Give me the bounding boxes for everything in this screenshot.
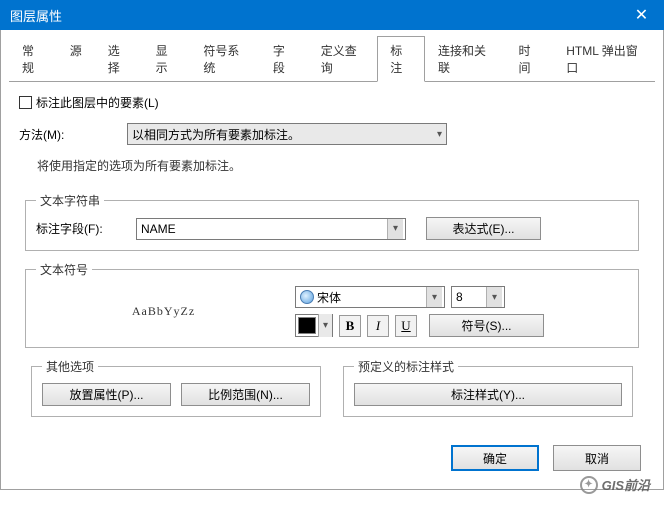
font-size-value: 8 <box>456 290 463 304</box>
tab-content: 标注此图层中的要素(L) 方法(M): 以相同方式为所有要素加标注。 ▾ 将使用… <box>9 82 655 437</box>
method-value: 以相同方式为所有要素加标注。 <box>132 126 300 143</box>
text-string-legend: 文本字符串 <box>36 192 104 209</box>
underline-button[interactable]: U <box>395 315 417 337</box>
predefined-styles-legend: 预定义的标注样式 <box>354 358 458 375</box>
placement-button[interactable]: 放置属性(P)... <box>42 383 171 406</box>
dialog-body: 常规 源 选择 显示 符号系统 字段 定义查询 标注 连接和关联 时间 HTML… <box>0 30 664 490</box>
dialog-buttons: 确定 取消 <box>9 437 655 481</box>
font-size-select[interactable]: 8 ▾ <box>451 286 505 308</box>
chevron-down-icon: ▾ <box>426 287 442 307</box>
font-family-value: 宋体 <box>317 289 341 306</box>
chevron-down-icon: ▾ <box>486 287 502 307</box>
expression-button[interactable]: 表达式(E)... <box>426 217 541 240</box>
sample-text: AaBbYyZz <box>36 304 291 319</box>
tab-source[interactable]: 源 <box>57 36 95 81</box>
predefined-styles-group: 预定义的标注样式 标注样式(Y)... <box>343 358 633 417</box>
tab-symbology[interactable]: 符号系统 <box>190 36 260 81</box>
italic-button[interactable]: I <box>367 315 389 337</box>
tab-html-popup[interactable]: HTML 弹出窗口 <box>553 36 655 81</box>
tab-defquery[interactable]: 定义查询 <box>308 36 378 81</box>
scale-range-button[interactable]: 比例范围(N)... <box>181 383 310 406</box>
label-field-value: NAME <box>141 222 176 236</box>
chevron-down-icon: ▾ <box>387 219 403 239</box>
watermark-text: GIS前沿 <box>602 475 650 494</box>
tab-fields[interactable]: 字段 <box>260 36 308 81</box>
tab-time[interactable]: 时间 <box>505 36 553 81</box>
tab-selection[interactable]: 选择 <box>95 36 143 81</box>
window-title: 图层属性 <box>10 6 62 25</box>
text-symbol-group: 文本符号 AaBbYyZz 宋体 ▾ 8 ▾ <box>25 261 639 348</box>
label-field-select[interactable]: NAME ▾ <box>136 218 406 240</box>
other-options-group: 其他选项 放置属性(P)... 比例范围(N)... <box>31 358 321 417</box>
title-bar: 图层属性 ✕ <box>0 0 664 30</box>
tab-joins[interactable]: 连接和关联 <box>425 36 505 81</box>
tab-strip: 常规 源 选择 显示 符号系统 字段 定义查询 标注 连接和关联 时间 HTML… <box>9 36 655 82</box>
close-icon: ✕ <box>635 5 648 25</box>
other-options-legend: 其他选项 <box>42 358 98 375</box>
font-icon <box>300 290 314 304</box>
wechat-icon: ✦ <box>580 476 598 494</box>
chevron-down-icon: ▾ <box>437 129 442 140</box>
cancel-button[interactable]: 取消 <box>553 445 641 471</box>
font-family-select[interactable]: 宋体 ▾ <box>295 286 445 308</box>
bold-button[interactable]: B <box>339 315 361 337</box>
tab-general[interactable]: 常规 <box>9 36 57 81</box>
method-label: 方法(M): <box>19 126 119 143</box>
method-description: 将使用指定的选项为所有要素加标注。 <box>37 157 645 174</box>
color-swatch <box>298 317 316 334</box>
tab-display[interactable]: 显示 <box>143 36 191 81</box>
text-string-group: 文本字符串 标注字段(F): NAME ▾ 表达式(E)... <box>25 192 639 251</box>
chevron-down-icon: ▾ <box>318 314 332 337</box>
text-symbol-legend: 文本符号 <box>36 261 92 278</box>
label-field-label: 标注字段(F): <box>36 220 126 237</box>
label-features-text: 标注此图层中的要素(L) <box>36 94 159 111</box>
close-button[interactable]: ✕ <box>619 0 664 30</box>
ok-button[interactable]: 确定 <box>451 445 539 471</box>
tab-labels[interactable]: 标注 <box>377 36 425 82</box>
symbol-button[interactable]: 符号(S)... <box>429 314 544 337</box>
label-features-checkbox[interactable] <box>19 96 32 109</box>
watermark: ✦ GIS前沿 <box>580 475 650 494</box>
method-select[interactable]: 以相同方式为所有要素加标注。 ▾ <box>127 123 447 145</box>
font-color-picker[interactable]: ▾ <box>295 314 333 337</box>
label-style-button[interactable]: 标注样式(Y)... <box>354 383 622 406</box>
